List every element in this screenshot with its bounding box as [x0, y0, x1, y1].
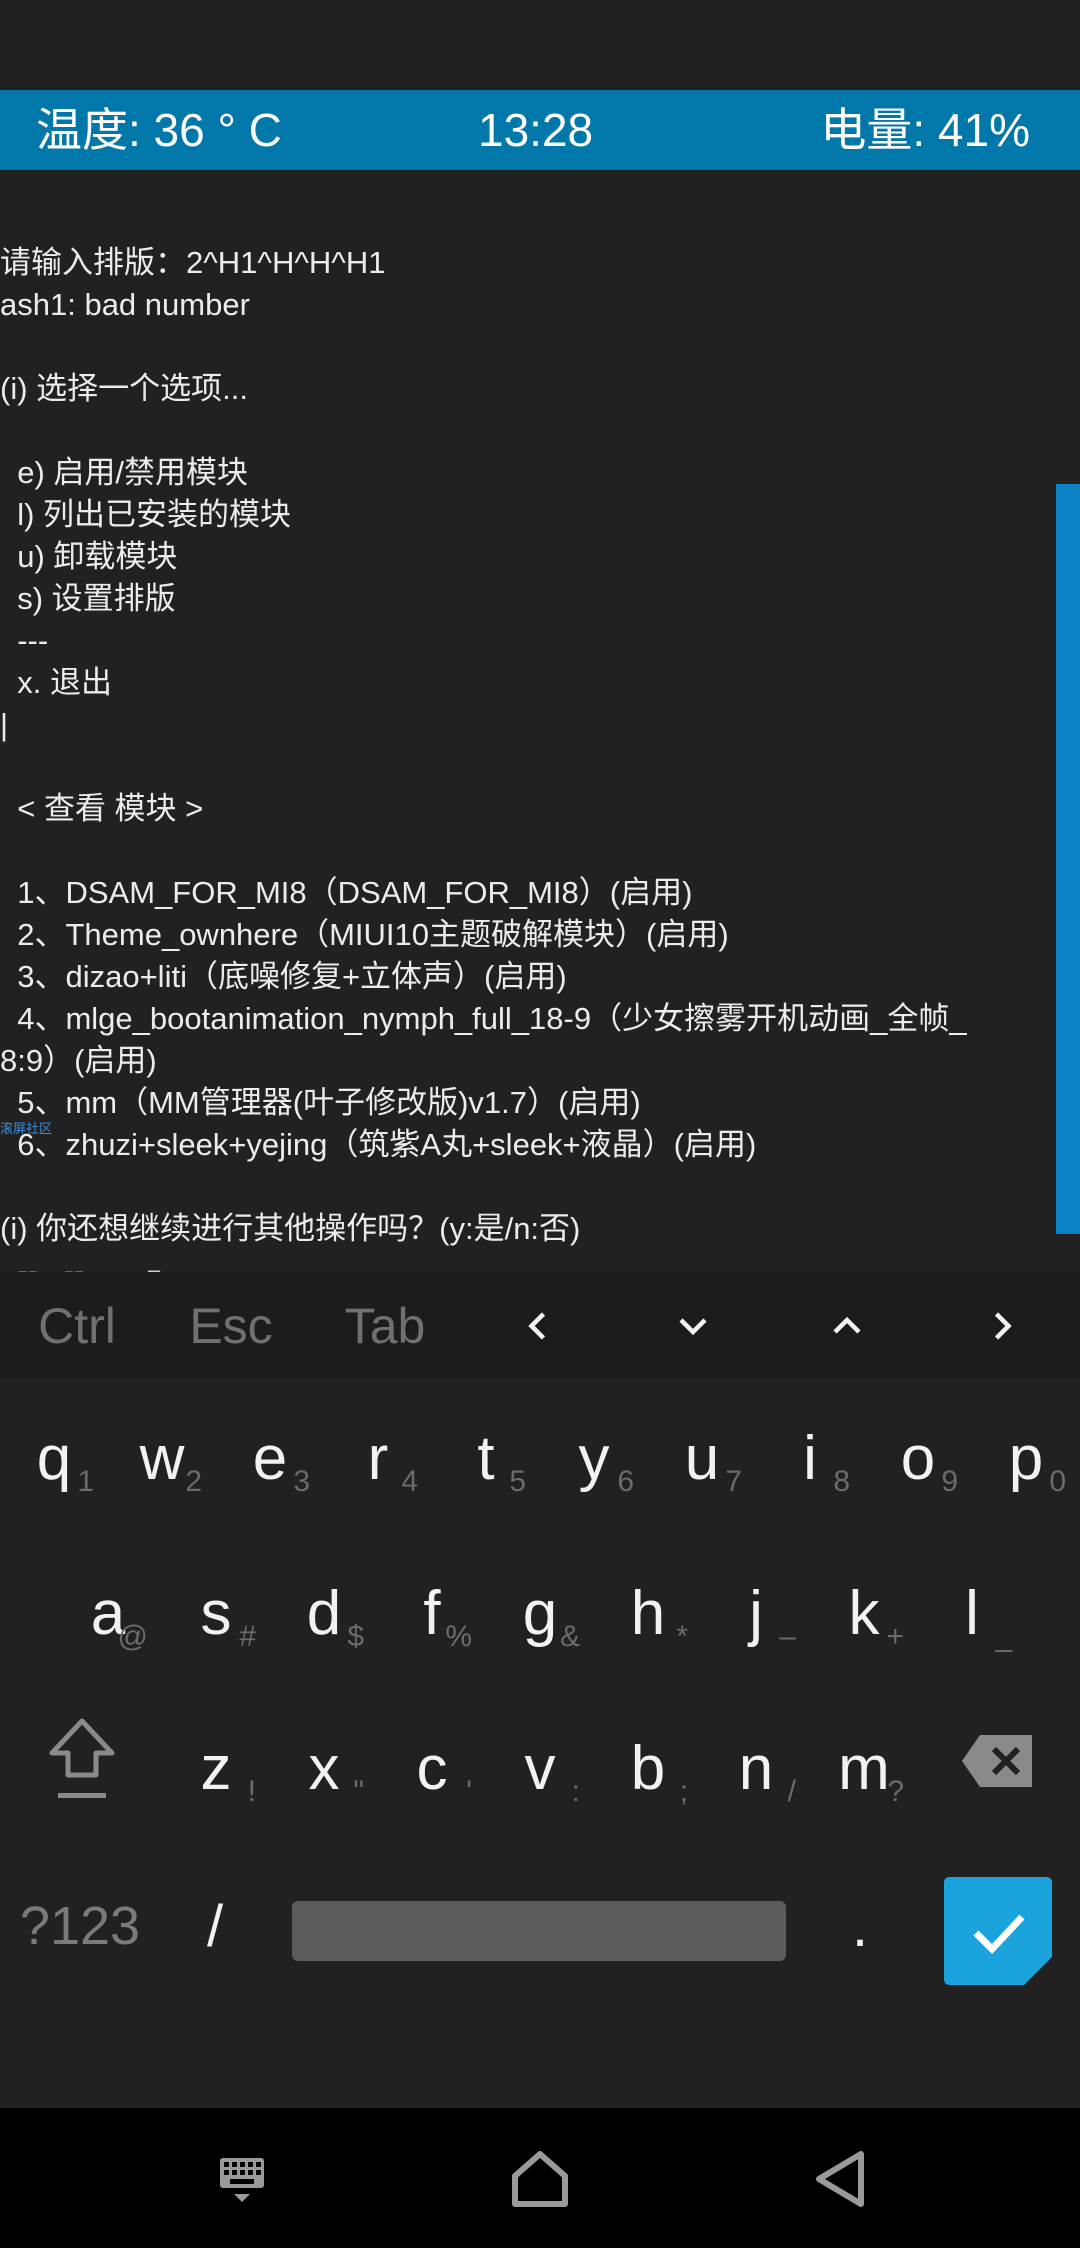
terminal-line: (i) 你还想继续进行其他操作吗？(y:是/n:否): [0, 1211, 581, 1246]
key-s[interactable]: s #: [162, 1536, 270, 1676]
key-n[interactable]: n /: [702, 1691, 810, 1831]
key-a[interactable]: a @: [54, 1536, 162, 1676]
slash-key[interactable]: /: [165, 1851, 265, 2001]
key-g[interactable]: g &: [486, 1536, 594, 1676]
terminal-line: x. 退出: [0, 665, 112, 700]
key-v[interactable]: v:: [486, 1691, 594, 1831]
terminal-scrollbar[interactable]: [1056, 484, 1080, 1234]
info-bar: 温度: 36 ° C 13:28 电量: 41%: [0, 90, 1080, 170]
keyboard-switch-button[interactable]: [206, 2144, 276, 2214]
temperature-text: 温度: 36 ° C: [36, 104, 282, 156]
key-x[interactable]: x ": [270, 1691, 378, 1831]
terminal-line: |: [0, 707, 9, 742]
terminal-output[interactable]: ▔▔▔ 请输入排版：2^H1^H^H^H1 ash1: bad number (…: [0, 170, 1080, 1272]
key-w[interactable]: w2: [108, 1381, 216, 1521]
left-arrow-key[interactable]: [462, 1272, 616, 1380]
chevron-left-icon: [528, 1312, 546, 1340]
key-h[interactable]: h *: [594, 1536, 702, 1676]
terminal-line: e) 启用/禁用模块: [0, 455, 249, 490]
terminal-line: 4、mlge_bootanimation_nymph_full_18-9（少女擦…: [0, 1001, 967, 1036]
keyboard-bottom-row: ?123 / .: [0, 1851, 1080, 2001]
key-b[interactable]: b;: [594, 1691, 702, 1831]
key-d[interactable]: d $: [270, 1536, 378, 1676]
shift-icon: [49, 1718, 115, 1798]
key-e[interactable]: e3: [216, 1381, 324, 1521]
keyboard-icon: [220, 2158, 264, 2202]
terminal-line: (i) 选择一个选项...: [0, 371, 248, 406]
space-bar[interactable]: [292, 1901, 786, 1961]
watermark-text: 滚屏社区: [0, 1121, 53, 1136]
terminal-line: 3、dizao+liti（底噪修复+立体声）(启用): [0, 959, 567, 994]
enter-check-icon: [944, 1877, 1052, 1985]
esc-key[interactable]: Esc: [154, 1272, 308, 1380]
system-status-area: [0, 0, 1080, 90]
clock-text: 13:28: [478, 104, 594, 156]
chevron-right-icon: [994, 1312, 1012, 1340]
soft-keyboard: q1 w2 e3 r4 t5 y6 u7 i8 o9 p0 a @ s # d $ f…: [0, 1381, 1080, 2108]
terminal-line: < 查看 模块 >: [0, 791, 204, 826]
enter-key[interactable]: [944, 1877, 1052, 1985]
extra-keys-bar: Ctrl Esc Tab: [0, 1272, 1080, 1381]
chevron-down-icon: [679, 1318, 707, 1336]
backspace-icon: [962, 1735, 1032, 1787]
terminal-line: 6、zhuzi+sleek+yejing（筑紫A丸+sleek+液晶）(启用): [0, 1127, 757, 1162]
chevron-up-icon: [833, 1316, 861, 1334]
key-j[interactable]: j –: [702, 1536, 810, 1676]
terminal-line: 8:9）(启用): [0, 1043, 157, 1078]
home-button[interactable]: [505, 2144, 575, 2214]
clipped-line: ‐‐ ‐‐ ▗: [0, 1253, 160, 1272]
right-arrow-key[interactable]: [924, 1272, 1078, 1380]
shift-key[interactable]: [12, 1691, 152, 1831]
key-f[interactable]: f%: [378, 1536, 486, 1676]
key-t[interactable]: t5: [432, 1381, 540, 1521]
terminal-line: ---: [0, 623, 49, 658]
key-o[interactable]: o9: [864, 1381, 972, 1521]
battery-text: 电量: 41%: [820, 104, 1030, 156]
period-key[interactable]: .: [810, 1851, 910, 2001]
key-u[interactable]: u7: [648, 1381, 756, 1521]
symbols-key[interactable]: ?123: [0, 1851, 160, 2001]
backspace-key[interactable]: [928, 1691, 1068, 1831]
key-c[interactable]: c ': [378, 1691, 486, 1831]
tab-key[interactable]: Tab: [308, 1272, 462, 1380]
back-icon: [816, 2151, 864, 2207]
navigation-bar: [0, 2108, 1080, 2248]
key-y[interactable]: y6: [540, 1381, 648, 1521]
terminal-line: 5、mm（MM管理器(叶子修改版)v1.7）(启用): [0, 1085, 641, 1120]
key-m[interactable]: m?: [810, 1691, 918, 1831]
terminal-line: u) 卸载模块: [0, 539, 178, 574]
down-arrow-key[interactable]: [616, 1272, 770, 1380]
key-i[interactable]: i8: [756, 1381, 864, 1521]
up-arrow-key[interactable]: [770, 1272, 924, 1380]
key-z[interactable]: z!: [162, 1691, 270, 1831]
key-p[interactable]: p0: [972, 1381, 1080, 1521]
home-icon: [512, 2151, 568, 2207]
terminal-line: 请输入排版：2^H1^H^H^H1: [0, 245, 386, 280]
key-l[interactable]: l _: [918, 1536, 1026, 1676]
key-k[interactable]: k +: [810, 1536, 918, 1676]
terminal-line: 1、DSAM_FOR_MI8（DSAM_FOR_MI8）(启用): [0, 875, 693, 910]
back-button[interactable]: [805, 2144, 875, 2214]
ctrl-key[interactable]: Ctrl: [0, 1272, 154, 1380]
clipped-line: ▔▔▔: [0, 170, 106, 190]
terminal-line: 2、Theme_ownhere（MIUI10主题破解模块）(启用): [0, 917, 729, 952]
key-q[interactable]: q1: [0, 1381, 108, 1521]
terminal-line: ash1: bad number: [0, 287, 250, 322]
terminal-line: l) 列出已安装的模块: [0, 497, 292, 532]
key-r[interactable]: r4: [324, 1381, 432, 1521]
terminal-line: s) 设置排版: [0, 581, 176, 616]
